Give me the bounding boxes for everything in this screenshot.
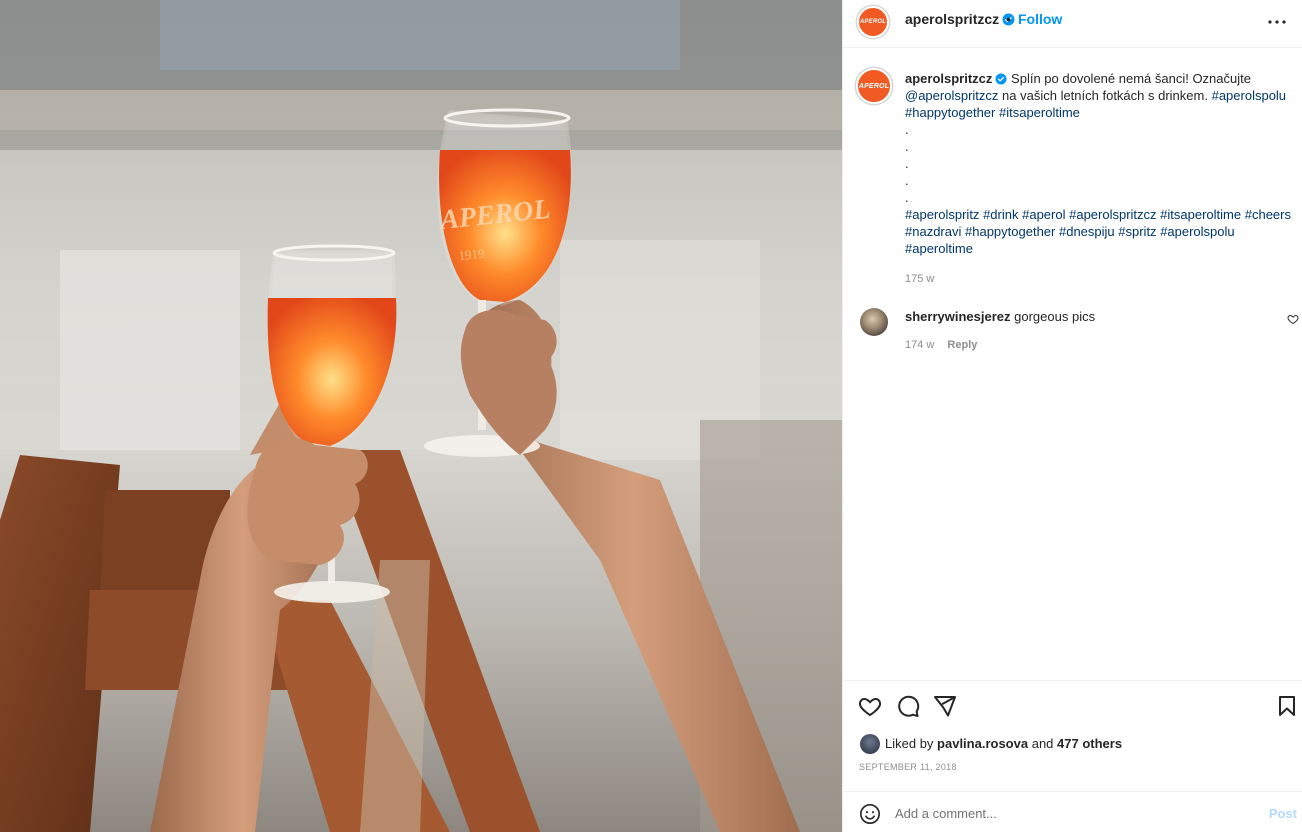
hashtag[interactable]: #aperolspolu: [1160, 224, 1234, 239]
caption-dot: .: [905, 139, 909, 154]
comment-body: gorgeous pics: [1014, 309, 1096, 324]
reply-button[interactable]: Reply: [947, 339, 977, 351]
heart-icon[interactable]: [858, 694, 882, 718]
bookmark-icon[interactable]: [1275, 694, 1299, 718]
comment-text: sherrywinesjerez gorgeous pics: [905, 309, 1095, 324]
photo-illustration: APEROL 1919: [0, 0, 842, 832]
hashtag[interactable]: #aperoltime: [905, 241, 973, 256]
add-comment-bar: Post: [843, 791, 1302, 832]
verified-icon: [995, 73, 1007, 85]
comment-age[interactable]: 174 w: [905, 339, 934, 351]
emoji-icon[interactable]: [859, 803, 881, 825]
post-header: APEROL aperolspritzcz • Follow: [843, 0, 1302, 48]
caption-username[interactable]: aperolspritzcz: [905, 71, 992, 86]
post-date[interactable]: SEPTEMBER 11, 2018: [859, 762, 957, 772]
caption-dots: . . . . .: [905, 121, 1299, 206]
author-avatar[interactable]: APEROL: [857, 6, 889, 38]
more-icon[interactable]: [1265, 10, 1289, 34]
likes-prefix: Liked by: [885, 736, 934, 751]
share-icon[interactable]: [933, 694, 957, 718]
hashtag[interactable]: #aperolspolu: [1212, 88, 1286, 103]
liker-username[interactable]: pavlina.rosova: [937, 736, 1028, 751]
post-comment-button[interactable]: Post: [1269, 806, 1297, 821]
separator-dot: •: [1006, 11, 1011, 27]
hashtag[interactable]: #drink: [983, 207, 1018, 222]
caption-body-2: na vašich letních fotkách s drinkem.: [1002, 88, 1208, 103]
likes-text: Liked by pavlina.rosova and 477 others: [885, 736, 1122, 751]
hashtag[interactable]: #spritz: [1118, 224, 1156, 239]
avatar-logo-text: APEROL: [859, 19, 887, 25]
commenter-username[interactable]: sherrywinesjerez: [905, 309, 1011, 324]
hashtag[interactable]: #itsaperoltime: [1160, 207, 1241, 222]
caption-dot: .: [905, 122, 909, 137]
hashtag[interactable]: #aperolspritzcz: [1069, 207, 1156, 222]
commenter-avatar[interactable]: [860, 308, 888, 336]
likes-others-count[interactable]: 477 others: [1057, 736, 1122, 751]
hashtag[interactable]: #aperolspritz: [905, 207, 979, 222]
comment-input[interactable]: [895, 802, 1255, 824]
caption-dot: .: [905, 156, 909, 171]
action-bar: [843, 680, 1302, 731]
caption-body-1: Splín po dovolené nemá šanci! Označujte: [1011, 71, 1251, 86]
glass-year-text: 1919: [458, 246, 485, 264]
comment-meta: 174 w Reply: [905, 339, 977, 351]
hashtag[interactable]: #itsaperoltime: [999, 105, 1080, 120]
caption-author-avatar[interactable]: APEROL: [856, 68, 892, 104]
caption-dot: .: [905, 173, 909, 188]
comment-icon[interactable]: [896, 694, 920, 718]
comment-like-heart-icon[interactable]: [1287, 313, 1299, 325]
likes-conjunction: and: [1031, 736, 1054, 751]
avatar-logo-text: APEROL: [858, 82, 890, 90]
post-photo[interactable]: APEROL 1919: [0, 0, 842, 832]
author-username[interactable]: aperolspritzcz: [905, 11, 1015, 27]
caption-mention[interactable]: @aperolspritzcz: [905, 88, 998, 103]
hashtag[interactable]: #dnespiju: [1059, 224, 1115, 239]
follow-button[interactable]: Follow: [1018, 11, 1062, 27]
caption-text: aperolspritzcz Splín po dovolené nemá ša…: [905, 70, 1299, 288]
liker-avatar[interactable]: [860, 734, 880, 754]
caption-dot: .: [905, 190, 909, 205]
caption-hashtags: #aperolspritz #drink #aperol #aperolspri…: [905, 206, 1299, 257]
hashtag[interactable]: #cheers: [1245, 207, 1291, 222]
author-username-text: aperolspritzcz: [905, 11, 1000, 27]
hashtag[interactable]: #happytogether: [965, 224, 1055, 239]
hashtag[interactable]: #nazdravi: [905, 224, 961, 239]
hashtag[interactable]: #happytogether: [905, 105, 995, 120]
post-details-panel: APEROL aperolspritzcz • Follow APEROL ap…: [842, 0, 1302, 832]
caption-age[interactable]: 175 w: [905, 271, 1299, 288]
hashtag[interactable]: #aperol: [1022, 207, 1065, 222]
